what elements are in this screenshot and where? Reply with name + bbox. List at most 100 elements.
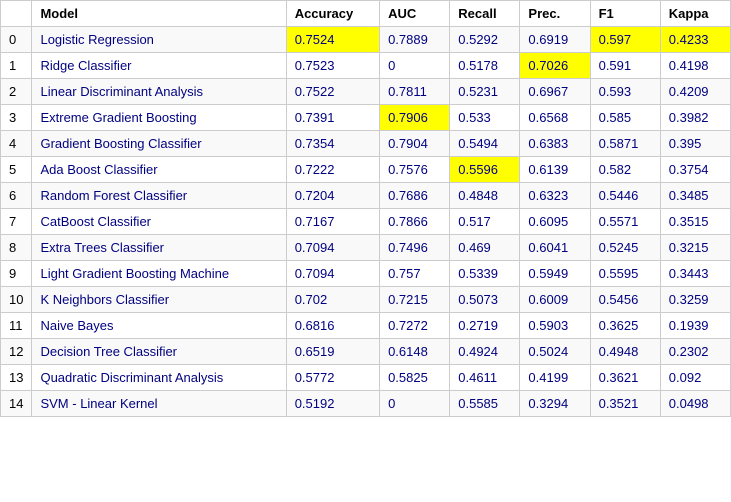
cell-kappa: 0.3982 — [660, 105, 730, 131]
column-header-1: Model — [32, 1, 286, 27]
column-header-0 — [1, 1, 32, 27]
cell-accuracy: 0.5192 — [286, 391, 379, 417]
cell-f1: 0.3621 — [590, 365, 660, 391]
column-header-4: Recall — [450, 1, 520, 27]
table-row: 8Extra Trees Classifier0.70940.74960.469… — [1, 235, 731, 261]
cell-accuracy: 0.7523 — [286, 53, 379, 79]
table-row: 10K Neighbors Classifier0.7020.72150.507… — [1, 287, 731, 313]
table-row: 5Ada Boost Classifier0.72220.75760.55960… — [1, 157, 731, 183]
cell-prec: 0.3294 — [520, 391, 590, 417]
cell-recall: 0.5178 — [450, 53, 520, 79]
cell-kappa: 0.3259 — [660, 287, 730, 313]
cell-auc: 0.5825 — [380, 365, 450, 391]
table-row: 4Gradient Boosting Classifier0.73540.790… — [1, 131, 731, 157]
cell-prec: 0.6139 — [520, 157, 590, 183]
cell-f1: 0.585 — [590, 105, 660, 131]
cell-prec: 0.6967 — [520, 79, 590, 105]
model-name: Logistic Regression — [32, 27, 286, 53]
cell-auc: 0.7686 — [380, 183, 450, 209]
model-name: CatBoost Classifier — [32, 209, 286, 235]
row-index: 7 — [1, 209, 32, 235]
cell-prec: 0.6919 — [520, 27, 590, 53]
model-name: Linear Discriminant Analysis — [32, 79, 286, 105]
cell-accuracy: 0.7167 — [286, 209, 379, 235]
table-row: 0Logistic Regression0.75240.78890.52920.… — [1, 27, 731, 53]
cell-accuracy: 0.6816 — [286, 313, 379, 339]
cell-recall: 0.5073 — [450, 287, 520, 313]
cell-f1: 0.4948 — [590, 339, 660, 365]
row-index: 3 — [1, 105, 32, 131]
cell-prec: 0.6041 — [520, 235, 590, 261]
cell-recall: 0.5494 — [450, 131, 520, 157]
model-name: K Neighbors Classifier — [32, 287, 286, 313]
cell-kappa: 0.3215 — [660, 235, 730, 261]
model-name: Naive Bayes — [32, 313, 286, 339]
cell-kappa: 0.3443 — [660, 261, 730, 287]
cell-auc: 0.7889 — [380, 27, 450, 53]
cell-recall: 0.469 — [450, 235, 520, 261]
cell-f1: 0.5595 — [590, 261, 660, 287]
row-index: 5 — [1, 157, 32, 183]
cell-kappa: 0.4209 — [660, 79, 730, 105]
cell-recall: 0.533 — [450, 105, 520, 131]
model-name: Quadratic Discriminant Analysis — [32, 365, 286, 391]
cell-accuracy: 0.6519 — [286, 339, 379, 365]
row-index: 13 — [1, 365, 32, 391]
cell-f1: 0.593 — [590, 79, 660, 105]
model-name: Gradient Boosting Classifier — [32, 131, 286, 157]
cell-auc: 0.7215 — [380, 287, 450, 313]
row-index: 9 — [1, 261, 32, 287]
table-row: 3Extreme Gradient Boosting0.73910.79060.… — [1, 105, 731, 131]
column-header-3: AUC — [380, 1, 450, 27]
cell-auc: 0.6148 — [380, 339, 450, 365]
cell-kappa: 0.092 — [660, 365, 730, 391]
model-name: SVM - Linear Kernel — [32, 391, 286, 417]
cell-recall: 0.5292 — [450, 27, 520, 53]
cell-f1: 0.5446 — [590, 183, 660, 209]
cell-prec: 0.6009 — [520, 287, 590, 313]
cell-prec: 0.7026 — [520, 53, 590, 79]
cell-accuracy: 0.7222 — [286, 157, 379, 183]
cell-f1: 0.582 — [590, 157, 660, 183]
row-index: 6 — [1, 183, 32, 209]
cell-recall: 0.4924 — [450, 339, 520, 365]
row-index: 1 — [1, 53, 32, 79]
cell-auc: 0.7576 — [380, 157, 450, 183]
cell-accuracy: 0.7391 — [286, 105, 379, 131]
cell-f1: 0.5456 — [590, 287, 660, 313]
table-row: 12Decision Tree Classifier0.65190.61480.… — [1, 339, 731, 365]
column-header-2: Accuracy — [286, 1, 379, 27]
cell-kappa: 0.395 — [660, 131, 730, 157]
cell-auc: 0 — [380, 391, 450, 417]
cell-f1: 0.5871 — [590, 131, 660, 157]
cell-recall: 0.4848 — [450, 183, 520, 209]
cell-auc: 0.757 — [380, 261, 450, 287]
cell-recall: 0.4611 — [450, 365, 520, 391]
model-name: Ridge Classifier — [32, 53, 286, 79]
cell-f1: 0.3521 — [590, 391, 660, 417]
cell-accuracy: 0.702 — [286, 287, 379, 313]
cell-auc: 0.7904 — [380, 131, 450, 157]
column-header-7: Kappa — [660, 1, 730, 27]
table-row: 13Quadratic Discriminant Analysis0.57720… — [1, 365, 731, 391]
cell-f1: 0.3625 — [590, 313, 660, 339]
table-row: 6Random Forest Classifier0.72040.76860.4… — [1, 183, 731, 209]
cell-recall: 0.2719 — [450, 313, 520, 339]
model-name: Extra Trees Classifier — [32, 235, 286, 261]
row-index: 11 — [1, 313, 32, 339]
cell-prec: 0.6568 — [520, 105, 590, 131]
row-index: 14 — [1, 391, 32, 417]
cell-prec: 0.5024 — [520, 339, 590, 365]
cell-f1: 0.5245 — [590, 235, 660, 261]
row-index: 8 — [1, 235, 32, 261]
cell-recall: 0.5585 — [450, 391, 520, 417]
cell-recall: 0.5231 — [450, 79, 520, 105]
cell-recall: 0.5596 — [450, 157, 520, 183]
cell-prec: 0.6383 — [520, 131, 590, 157]
cell-prec: 0.6095 — [520, 209, 590, 235]
table-row: 2Linear Discriminant Analysis0.75220.781… — [1, 79, 731, 105]
cell-auc: 0.7866 — [380, 209, 450, 235]
cell-accuracy: 0.7094 — [286, 261, 379, 287]
cell-prec: 0.5903 — [520, 313, 590, 339]
cell-prec: 0.6323 — [520, 183, 590, 209]
